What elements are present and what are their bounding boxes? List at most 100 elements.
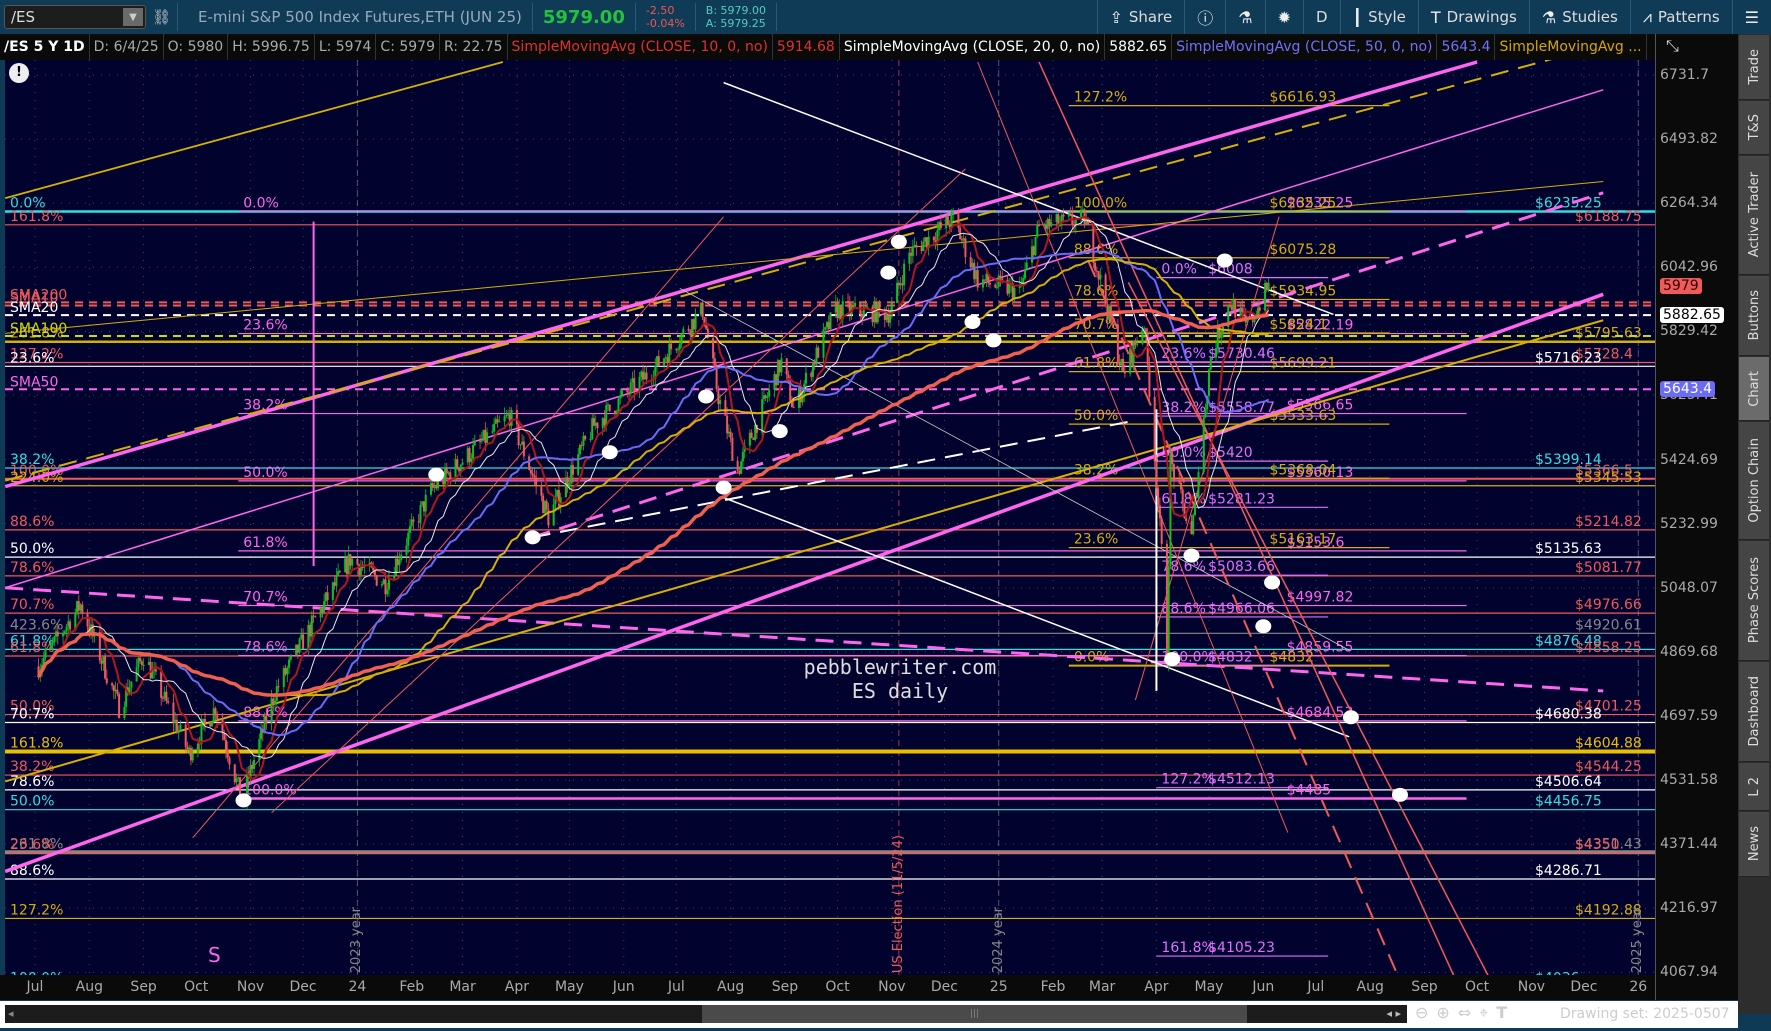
zoom-out-icon[interactable]: ⊖ <box>1415 1003 1428 1023</box>
candle-body <box>570 465 573 484</box>
candle-body <box>1129 348 1132 374</box>
candle-body <box>603 418 606 426</box>
tab-dashboard[interactable]: Dashboard <box>1739 662 1769 762</box>
candle-body <box>668 343 671 363</box>
time-tick: Apr <box>504 979 529 995</box>
tab-trade[interactable]: Trade <box>1739 35 1769 100</box>
studies-button[interactable]: ⚗ Studies <box>1528 0 1630 34</box>
candle-body <box>946 216 949 225</box>
zoom-in-icon[interactable]: ⊕ <box>1436 1003 1449 1023</box>
text-tool-icon[interactable]: T <box>1496 1003 1507 1023</box>
style-button[interactable]: ┃ Style <box>1339 0 1418 34</box>
fib-percent-label: 0.0% <box>243 195 279 211</box>
candle-body <box>77 601 80 611</box>
candle-body <box>694 314 697 330</box>
candle-body <box>517 424 520 445</box>
crosshair-icon[interactable]: ⌖ <box>1479 1003 1488 1023</box>
fib-percent-label: 127.2% <box>10 902 63 918</box>
fib-percent-label: 161.8% <box>10 209 63 225</box>
tab-t-s[interactable]: T&S <box>1739 101 1769 155</box>
candle-body <box>375 575 378 586</box>
flask-button[interactable]: ⚗ <box>1225 0 1264 34</box>
candle-body <box>1050 222 1053 227</box>
tab-buttons[interactable]: Buttons <box>1739 276 1769 356</box>
marker-dot <box>1342 710 1359 725</box>
tab-phase-scores[interactable]: Phase Scores <box>1739 541 1769 661</box>
study-name[interactable]: SimpleMovingAvg (CLOSE, 10, 0, no) <box>508 34 773 60</box>
drawing-set-label[interactable]: Drawing set: 2025-0507 <box>1560 1006 1730 1022</box>
price-chart[interactable]: 0.0% $6235.25 161.8% $6188.75 261.8% $5795.63… <box>5 60 1655 975</box>
horizontal-scrollbar[interactable]: ◂ ||| ◂ ▸ <box>5 1005 1407 1023</box>
fib-price-label: $4485 <box>1287 782 1332 798</box>
fib-price-label: $6235.25 <box>1269 195 1336 211</box>
button-label: Patterns <box>1657 8 1720 26</box>
candle-body <box>49 643 52 650</box>
candle-body <box>677 349 680 351</box>
candle-body <box>950 212 953 228</box>
marker-dot <box>771 424 788 439</box>
d-button[interactable]: D <box>1302 0 1340 34</box>
candle-body <box>545 501 548 510</box>
fib-price-label: $5135.63 <box>1535 541 1602 557</box>
candle-body <box>347 554 350 575</box>
candle-body <box>69 621 72 630</box>
time-axis[interactable]: Jul Aug Sep Oct Nov Dec 24 Feb Mar Apr May Jun Jul Au… <box>0 975 1655 1000</box>
candle-body <box>188 747 191 750</box>
candle-body <box>974 270 977 280</box>
candle-body <box>494 419 497 424</box>
candle-body <box>645 372 648 380</box>
tab-active-trader[interactable]: Active Trader <box>1739 156 1769 275</box>
chart-canvas[interactable]: 0.0% $6235.25161.8% $6188.75261.8% $5795.63… <box>5 60 1655 975</box>
candle-body <box>528 456 531 470</box>
candle-body <box>764 395 767 398</box>
fib-price-label: $4604.88 <box>1575 735 1642 751</box>
pattern-icon: ⩘ <box>1642 7 1652 26</box>
fib-percent-label: 50.0% <box>1074 408 1118 424</box>
tab-news[interactable]: News <box>1739 812 1769 877</box>
chevron-down-icon[interactable]: ▼ <box>123 8 143 26</box>
candle-body <box>53 636 56 642</box>
candle-body <box>948 224 951 228</box>
pan-icon[interactable]: ⇔ <box>1458 1003 1471 1023</box>
info-button[interactable]: ⓘ <box>1184 0 1225 34</box>
candle-body <box>971 262 974 268</box>
study-name[interactable]: SimpleMovingAvg ... <box>1495 34 1647 60</box>
tab-chart[interactable]: Chart <box>1739 357 1769 421</box>
candle-body <box>76 601 79 613</box>
candle-body <box>899 283 902 286</box>
time-tick: Apr <box>1144 979 1169 995</box>
fib-price-label: $4966.06 <box>1208 601 1275 617</box>
tab-label: News <box>1746 826 1762 862</box>
study-name[interactable]: SimpleMovingAvg (CLOSE, 20, 0, no) <box>840 34 1106 60</box>
tab-l-2[interactable]: L 2 <box>1739 763 1769 811</box>
study-name[interactable]: SimpleMovingAvg (CLOSE, 50, 0, no) <box>1172 34 1438 60</box>
candle-body <box>67 621 70 627</box>
fib-price-label: $5214.82 <box>1575 514 1642 530</box>
candle-body <box>65 626 68 632</box>
share-button[interactable]: ⇪ Share <box>1096 0 1185 34</box>
fib-price-label: $4997.82 <box>1287 590 1354 606</box>
link-icon[interactable]: ⛓ <box>152 8 171 26</box>
tab-label: Chart <box>1746 370 1762 407</box>
gear-button[interactable]: ✹ <box>1264 0 1303 34</box>
scrollbar-thumb[interactable]: ||| <box>702 1005 1247 1023</box>
tab-option-chain[interactable]: Option Chain <box>1739 422 1769 540</box>
candle-body <box>1148 364 1151 397</box>
candle-body <box>750 432 753 439</box>
symbol-input[interactable]: /ES ▼ <box>4 5 146 29</box>
candle-body <box>957 212 960 229</box>
scroll-left-icon[interactable]: ◂ <box>8 1005 14 1023</box>
patterns-button[interactable]: ⩘ Patterns <box>1629 0 1732 34</box>
price-axis[interactable]: ⤡ 6731.76493.826264.346042.965829.425625… <box>1655 34 1738 1000</box>
candle-body <box>102 656 105 664</box>
candle-body <box>878 302 881 310</box>
alert-icon[interactable]: ! <box>9 63 29 83</box>
collapse-icon[interactable]: ⤡ <box>1666 36 1679 56</box>
marker-dot <box>235 793 252 808</box>
candle-body <box>577 454 580 475</box>
bottom-bar: ◂ ||| ◂ ▸ ⊖ ⊕ ⇔ ⌖ T Drawing set: 2025-05… <box>0 1001 1738 1028</box>
candle-body <box>284 668 287 675</box>
menu-button[interactable]: ☰ <box>1731 0 1771 34</box>
drawings-button[interactable]: T Drawings <box>1417 0 1529 34</box>
scroll-arrows-icon[interactable]: ◂ ▸ <box>1386 1005 1401 1023</box>
